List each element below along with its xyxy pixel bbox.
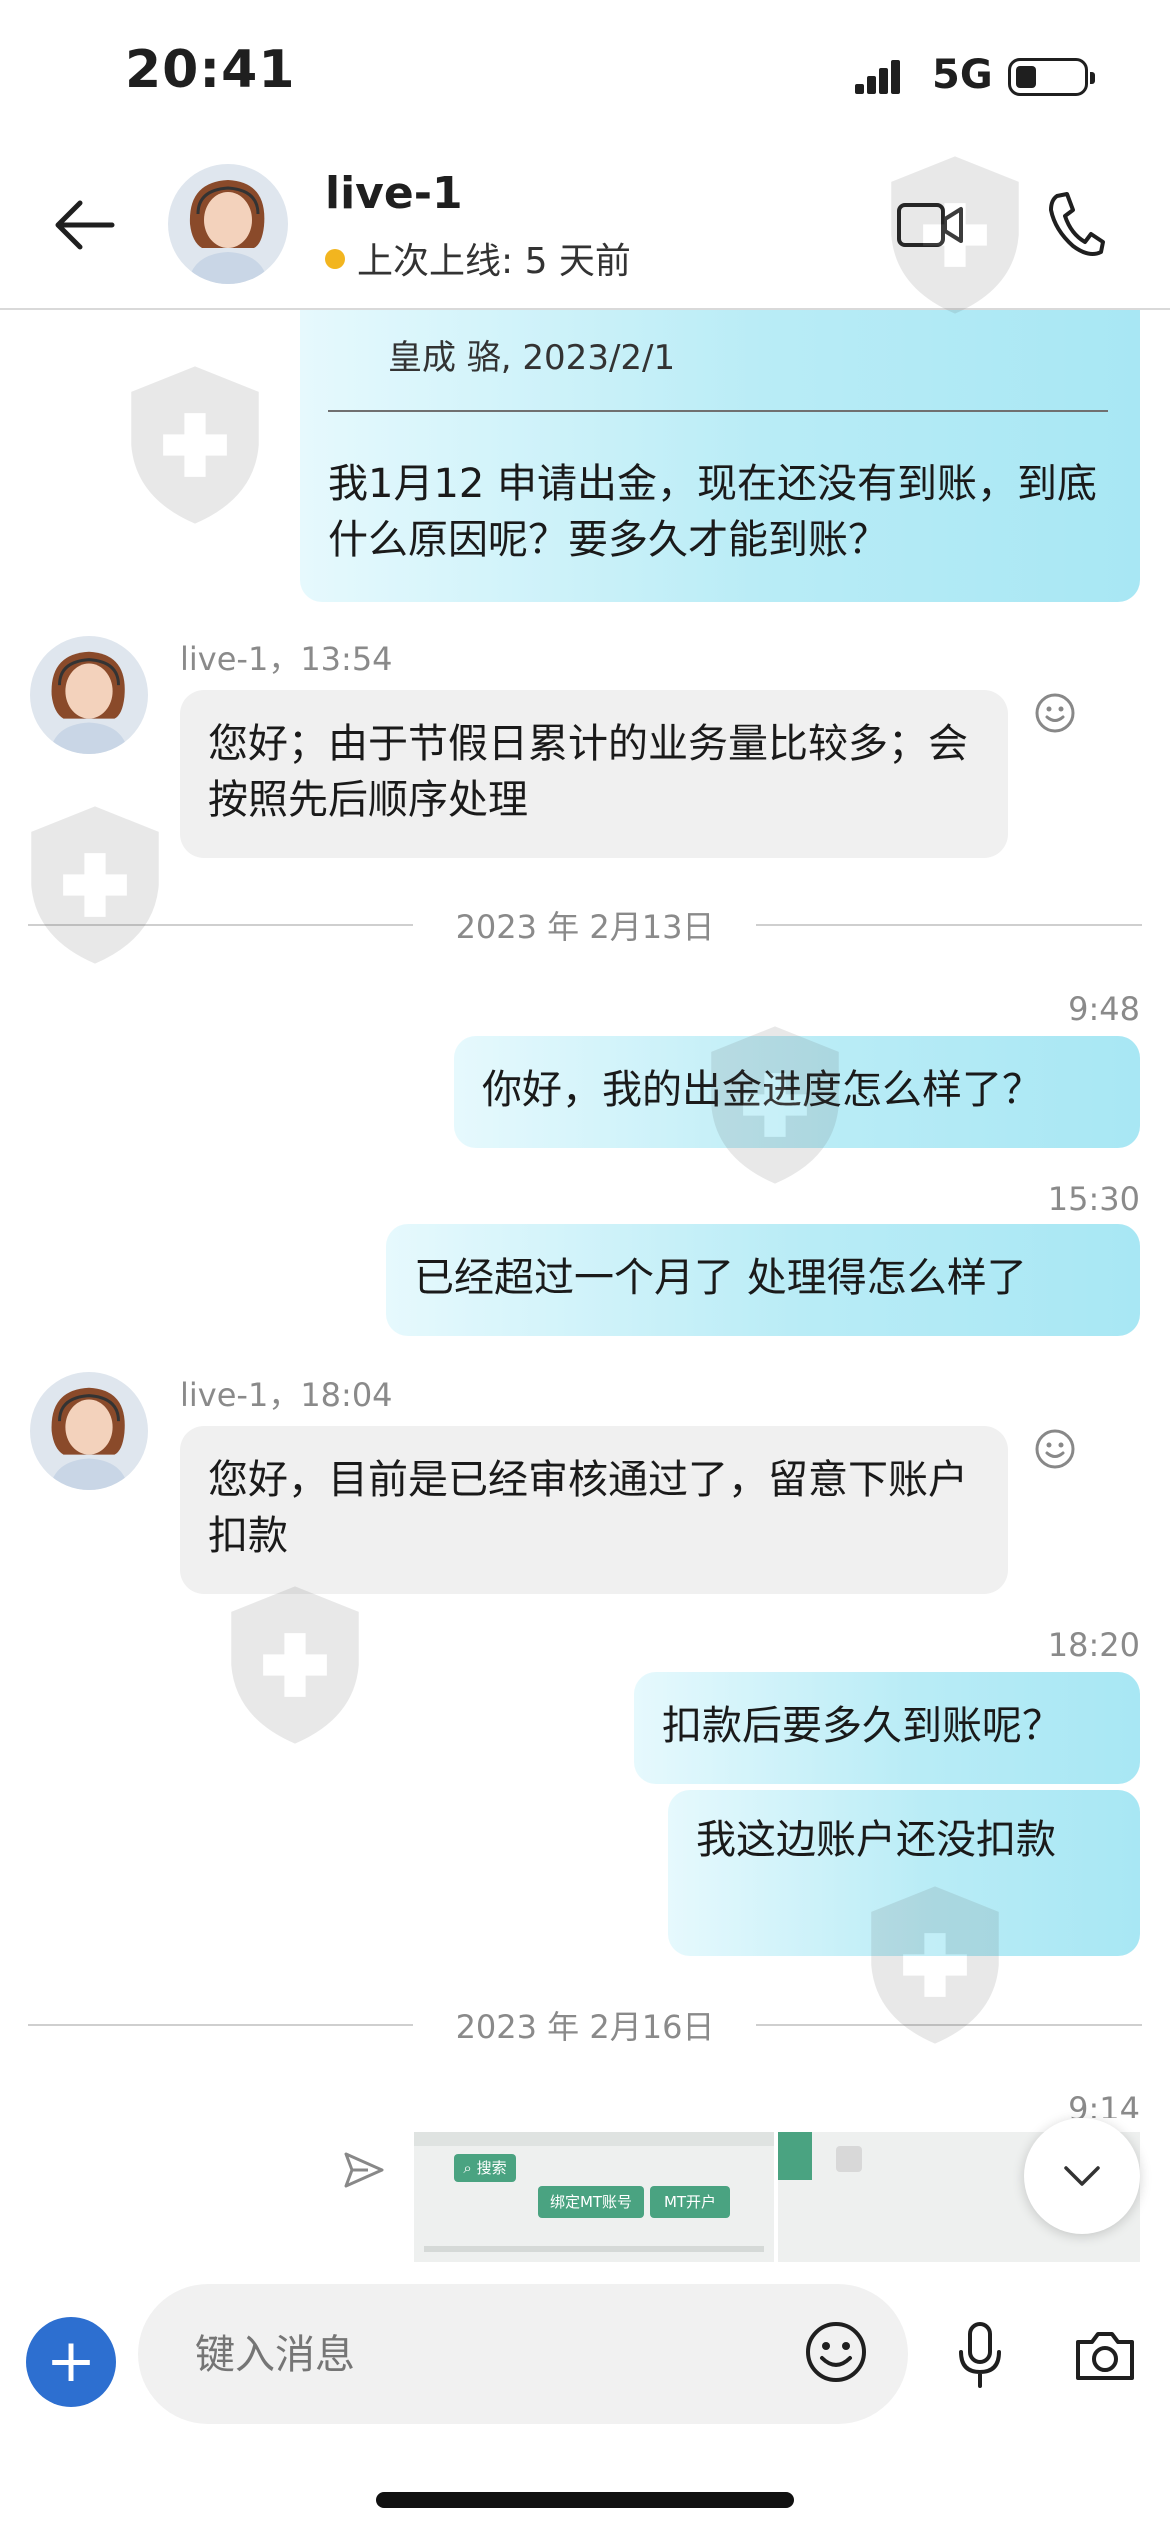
- presence-dot-icon: [325, 249, 345, 269]
- quoted-author: 皇成 骆, 2023/2/1: [388, 338, 676, 378]
- contact-avatar[interactable]: [168, 164, 288, 284]
- sender-avatar[interactable]: [30, 636, 148, 754]
- home-indicator: [376, 2492, 794, 2508]
- message-text: 已经超过一个月了 处理得怎么样了: [414, 1255, 1027, 1301]
- battery-icon: [1008, 58, 1095, 96]
- message-text: 我1月12 申请出金，现在还没有到账，到底什么原因呢？要多久才能到账？: [328, 461, 1098, 563]
- outgoing-message-bubble[interactable]: 扣款后要多久到账呢？: [634, 1672, 1140, 1784]
- attachment-bind-button: 绑定MT账号: [538, 2186, 644, 2218]
- shield-watermark-icon: [231, 1586, 359, 1744]
- incoming-message-bubble[interactable]: 您好；由于节假日累计的业务量比较多；会按照先后顺序处理: [180, 690, 1008, 858]
- date-separator: 2023 年 2月13日: [28, 902, 1142, 946]
- message-time: 9:48: [1068, 990, 1140, 1028]
- message-time: 15:30: [1047, 1180, 1140, 1218]
- image-attachment[interactable]: ⌕ 搜索 绑定MT账号 MT开户: [414, 2132, 774, 2266]
- contact-name: live-1: [325, 168, 463, 219]
- message-time: 18:20: [1047, 1626, 1140, 1664]
- shield-watermark-icon: [31, 806, 159, 964]
- network-type: 5G: [932, 52, 993, 98]
- message-text: 我这边账户还没扣款: [696, 1817, 1056, 1863]
- attachment-search-button: ⌕ 搜索: [454, 2154, 516, 2182]
- outgoing-message-bubble[interactable]: 皇成 骆, 2023/2/1 我1月12 申请出金，现在还没有到账，到底什么原因…: [300, 310, 1140, 602]
- message-text: 扣款后要多久到账呢？: [662, 1703, 1062, 1749]
- attachment-search-label: 搜索: [476, 2159, 507, 2177]
- date-label: 2023 年 2月13日: [455, 908, 715, 946]
- message-input[interactable]: [193, 2324, 697, 2386]
- outgoing-message-bubble[interactable]: 已经超过一个月了 处理得怎么样了: [386, 1224, 1140, 1336]
- presence-status: 上次上线: 5 天前: [325, 232, 631, 284]
- status-time: 20:41: [125, 40, 296, 100]
- phone-call-icon[interactable]: [1045, 190, 1105, 258]
- message-text: 您好；由于节假日累计的业务量比较多；会按照先后顺序处理: [208, 721, 968, 823]
- quote-divider: [328, 410, 1108, 412]
- attachment-open-button: MT开户: [650, 2186, 730, 2218]
- presence-text: 上次上线: 5 天前: [357, 241, 631, 282]
- add-attachment-button[interactable]: +: [26, 2317, 116, 2407]
- chevron-down-icon: [1064, 2166, 1100, 2186]
- attachment-open-label: MT开户: [663, 2193, 717, 2211]
- back-arrow-icon[interactable]: [50, 195, 120, 255]
- incoming-message-bubble[interactable]: 您好，目前是已经审核通过了，留意下账户扣款: [180, 1426, 1008, 1594]
- sender-meta: live-1，13:54: [180, 640, 393, 678]
- sender-meta: live-1，18:04: [180, 1376, 393, 1414]
- attachment-bind-label: 绑定MT账号: [549, 2193, 633, 2211]
- message-text: 您好，目前是已经审核通过了，留意下账户扣款: [208, 1457, 968, 1559]
- message-input-container[interactable]: [138, 2284, 908, 2424]
- shield-watermark-icon: [871, 1886, 999, 2044]
- shield-watermark-icon: [891, 156, 1019, 314]
- microphone-icon[interactable]: [955, 2320, 1005, 2390]
- signal-icon: [855, 60, 900, 94]
- scroll-to-bottom-button[interactable]: [1024, 2118, 1140, 2234]
- emoji-reaction-icon[interactable]: [1034, 1428, 1076, 1470]
- message-time: 9:14: [1068, 2090, 1140, 2118]
- shield-watermark-icon: [711, 1026, 839, 1184]
- shield-watermark-icon: [131, 366, 259, 524]
- emoji-icon[interactable]: [804, 2320, 868, 2384]
- emoji-reaction-icon[interactable]: [1034, 692, 1076, 734]
- sender-avatar[interactable]: [30, 1372, 148, 1490]
- send-icon[interactable]: [342, 2148, 386, 2192]
- camera-icon[interactable]: [1072, 2328, 1138, 2384]
